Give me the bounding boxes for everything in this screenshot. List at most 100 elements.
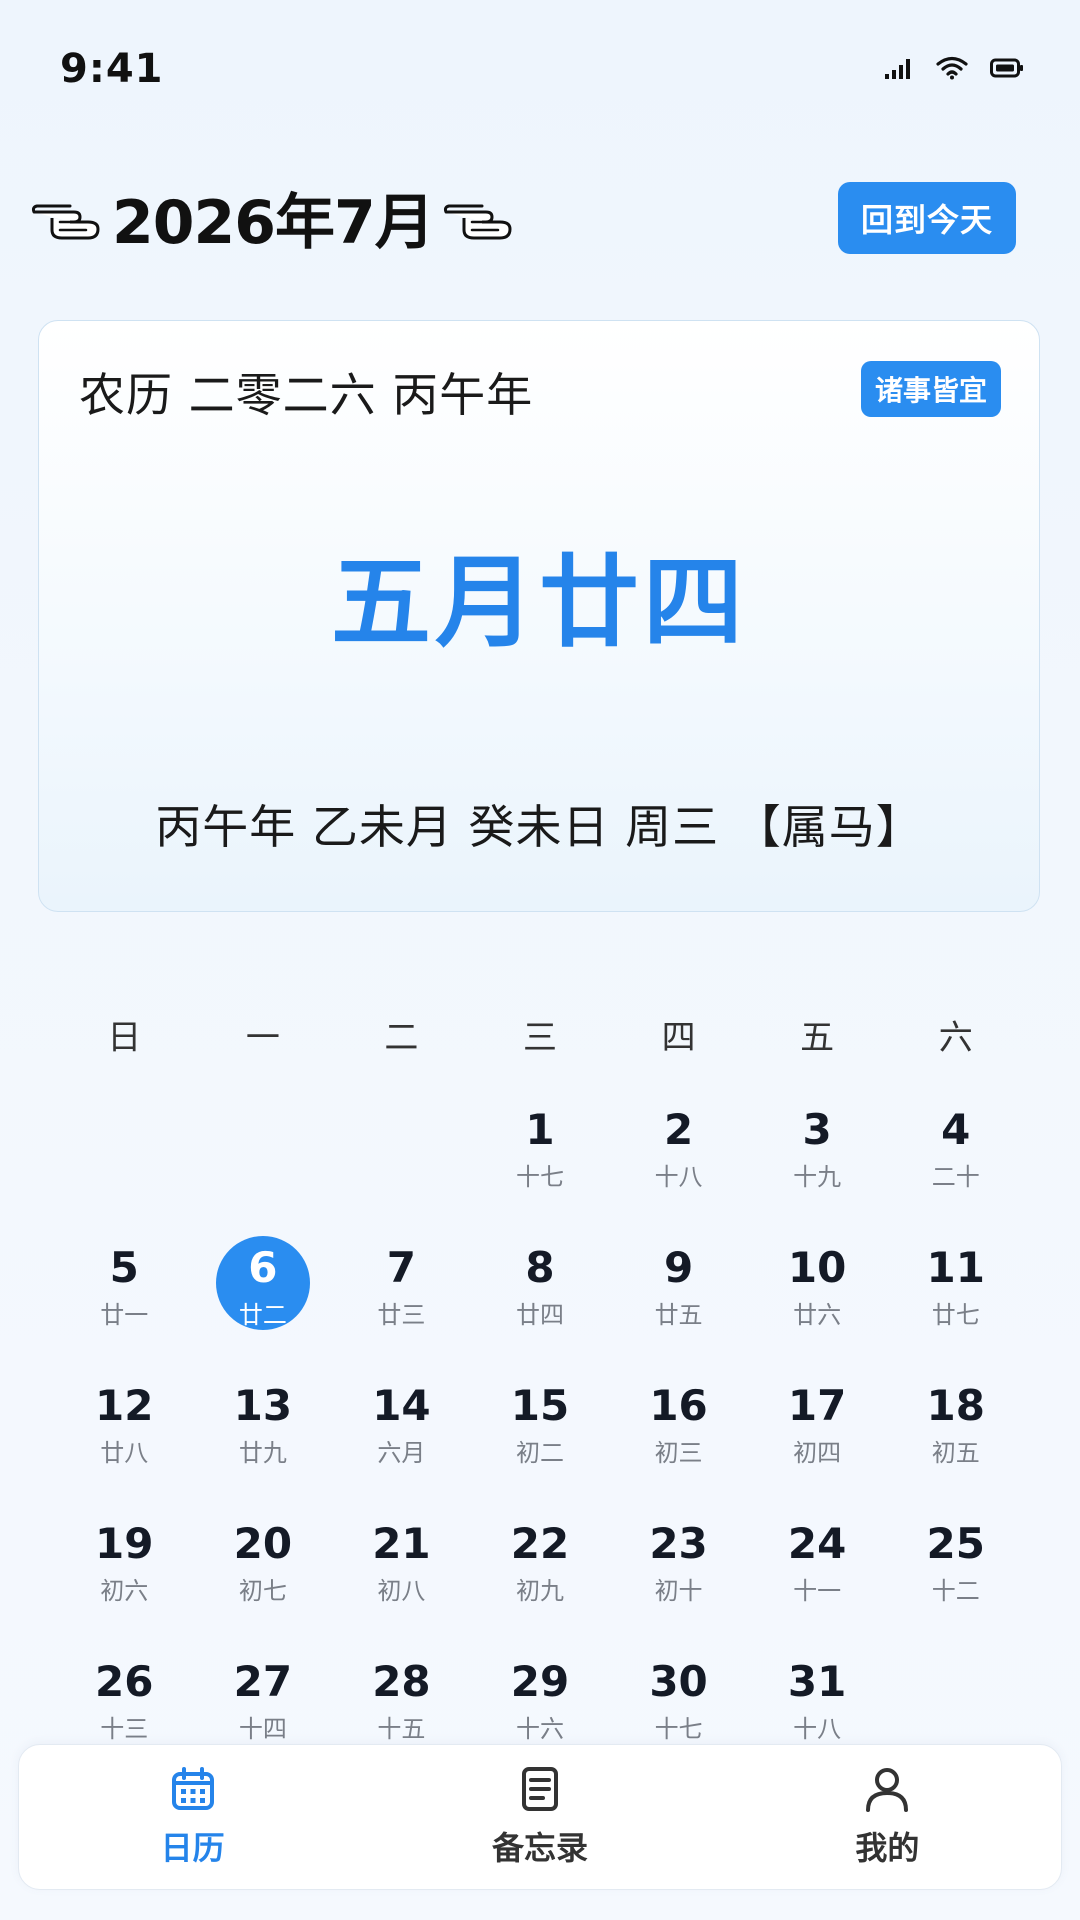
day-number: 11	[926, 1243, 985, 1292]
day-lunar-label: 十二	[931, 1577, 980, 1605]
day-cell[interactable]: 23 初十	[609, 1510, 748, 1648]
weekday-header: 日 一 二 三 四 五 六	[55, 1010, 1025, 1060]
day-lunar-label: 十四	[238, 1715, 287, 1743]
weekday-sat: 六	[938, 1018, 973, 1058]
day-number: 4	[941, 1105, 971, 1154]
weekday-thu: 四	[661, 1018, 696, 1058]
month-title-text: 2026年7月	[112, 188, 435, 258]
day-number: 9	[663, 1243, 694, 1292]
day-cell[interactable]: 22 初九	[471, 1510, 610, 1648]
calendar-grid: 1 十七 2 十八 3 十九 4 二十 5 廿一 6 廿二 7 廿三 8 廿四 9 廿五 10 廿六 11 廿七 12 廿八 1…	[55, 1096, 1025, 1786]
day-lunar-label: 十一	[793, 1577, 842, 1605]
tab-profile[interactable]: 我的	[714, 1745, 1061, 1889]
day-number: 30	[649, 1657, 708, 1706]
day-cell[interactable]: 16 初三	[609, 1372, 748, 1510]
day-lunar-label: 十八	[793, 1715, 842, 1743]
day-cell[interactable]: 13 廿九	[194, 1372, 333, 1510]
day-cell[interactable]: 12 廿八	[55, 1372, 194, 1510]
day-cell[interactable]: 7 廿三	[332, 1234, 471, 1372]
day-cell[interactable]: 2 十八	[609, 1096, 748, 1234]
day-lunar-label: 廿一	[100, 1301, 149, 1329]
day-cell[interactable]: 21 初八	[332, 1510, 471, 1648]
lunar-info-card: 农历 二零二六 丙午年 诸事皆宜 五月廿四 丙午年 乙未月 癸未日 周三 【属马…	[38, 320, 1040, 912]
day-lunar-label: 十六	[515, 1715, 564, 1743]
day-number: 28	[372, 1657, 431, 1706]
day-cell[interactable]: 6 廿二	[194, 1234, 333, 1372]
day-number: 14	[372, 1381, 431, 1430]
day-number: 3	[802, 1105, 832, 1154]
day-number: 5	[109, 1243, 139, 1292]
day-cell[interactable]: 1 十七	[471, 1096, 610, 1234]
today-button[interactable]: 回到今天	[838, 182, 1016, 254]
status-time: 9:41	[60, 46, 164, 92]
pointing-hand-right-icon	[31, 204, 100, 239]
day-number: 20	[233, 1519, 293, 1568]
day-cell[interactable]: 24 十一	[748, 1510, 887, 1648]
day-lunar-label: 廿二	[238, 1301, 287, 1329]
day-lunar-label: 十三	[100, 1715, 149, 1743]
day-cell[interactable]: 14 六月	[332, 1372, 471, 1510]
status-bar: 9:41	[0, 0, 1080, 140]
day-lunar-label: 初四	[793, 1439, 842, 1467]
day-number: 29	[510, 1657, 570, 1706]
weekday-mon: 一	[245, 1018, 280, 1058]
day-lunar-label: 六月	[377, 1439, 426, 1467]
weekday-sun: 日	[107, 1018, 142, 1058]
tab-calendar[interactable]: 日历	[19, 1745, 366, 1889]
day-lunar-label: 初五	[931, 1439, 980, 1467]
day-cell[interactable]: 19 初六	[55, 1510, 194, 1648]
day-number: 25	[926, 1519, 985, 1568]
tab-memo[interactable]: 备忘录	[366, 1745, 713, 1889]
day-number: 18	[926, 1381, 985, 1430]
day-lunar-label: 十五	[377, 1715, 426, 1743]
battery-icon	[990, 58, 1023, 78]
almanac-badge: 诸事皆宜	[860, 361, 1001, 417]
user-icon	[866, 1768, 909, 1812]
memo-icon	[521, 1767, 558, 1811]
day-cell[interactable]: 9 廿五	[609, 1234, 748, 1372]
day-cell[interactable]: 25 十二	[886, 1510, 1025, 1648]
day-number: 24	[787, 1519, 847, 1568]
lunar-year: 农历 二零二六 丙午年	[79, 368, 534, 422]
weekday-fri: 五	[800, 1018, 835, 1058]
day-number: 6	[248, 1243, 278, 1292]
tab-calendar-label: 日历	[160, 1829, 225, 1867]
day-number: 16	[649, 1381, 708, 1430]
day-cell[interactable]: 18 初五	[886, 1372, 1025, 1510]
empty-day-cell	[332, 1096, 471, 1234]
day-cell[interactable]: 17 初四	[748, 1372, 887, 1510]
day-cell[interactable]: 3 十九	[748, 1096, 887, 1234]
ganzhi-line: 丙午年 乙未月 癸未日 周三 【属马】	[155, 800, 923, 854]
day-cell[interactable]: 15 初二	[471, 1372, 610, 1510]
day-number: 17	[787, 1381, 847, 1430]
day-cell[interactable]: 20 初七	[194, 1510, 333, 1648]
tab-profile-label: 我的	[855, 1829, 920, 1867]
signal-icon	[885, 59, 910, 79]
day-lunar-label: 初十	[654, 1577, 703, 1605]
status-icons	[884, 56, 1024, 80]
day-lunar-label: 廿四	[515, 1301, 564, 1329]
day-cell[interactable]: 8 廿四	[471, 1234, 610, 1372]
calendar-icon	[171, 1767, 214, 1810]
lunar-date: 五月廿四	[331, 544, 747, 661]
day-number: 26	[95, 1657, 154, 1706]
day-number: 15	[510, 1381, 570, 1430]
day-number: 21	[372, 1519, 431, 1568]
day-lunar-label: 二十	[931, 1163, 980, 1191]
day-cell[interactable]: 11 廿七	[886, 1234, 1025, 1372]
wifi-icon	[936, 56, 968, 80]
day-lunar-label: 初九	[515, 1577, 564, 1605]
day-number: 13	[233, 1381, 293, 1430]
day-cell[interactable]: 10 廿六	[748, 1234, 887, 1372]
day-lunar-label: 廿九	[238, 1439, 287, 1467]
day-cell[interactable]: 5 廿一	[55, 1234, 194, 1372]
day-lunar-label: 廿八	[100, 1439, 149, 1467]
day-number: 1	[525, 1105, 555, 1154]
empty-day-cell	[55, 1096, 194, 1234]
day-cell[interactable]: 4 二十	[886, 1096, 1025, 1234]
weekday-wed: 三	[522, 1018, 557, 1058]
day-lunar-label: 十七	[654, 1715, 703, 1743]
day-lunar-label: 初三	[654, 1439, 703, 1467]
day-lunar-label: 十七	[515, 1163, 564, 1191]
day-number: 12	[95, 1381, 154, 1430]
